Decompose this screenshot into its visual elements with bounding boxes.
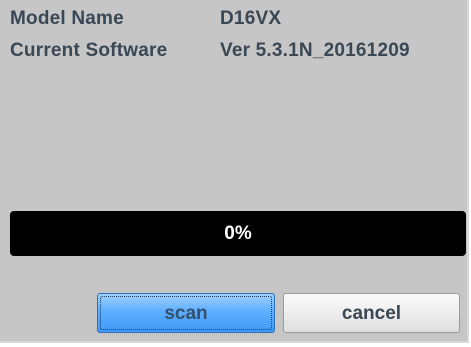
model-name-label: Model Name bbox=[10, 8, 124, 29]
cancel-button[interactable]: cancel bbox=[283, 293, 460, 333]
update-panel: Model Name D16VX Current Software Ver 5.… bbox=[0, 0, 469, 343]
progress-bar: 0% bbox=[10, 211, 466, 256]
current-software-label: Current Software bbox=[10, 40, 168, 61]
current-software-value: Ver 5.3.1N_20161209 bbox=[220, 40, 410, 61]
model-name-value: D16VX bbox=[220, 8, 282, 29]
scan-button[interactable]: scan bbox=[97, 293, 275, 333]
progress-percent: 0% bbox=[224, 223, 252, 244]
